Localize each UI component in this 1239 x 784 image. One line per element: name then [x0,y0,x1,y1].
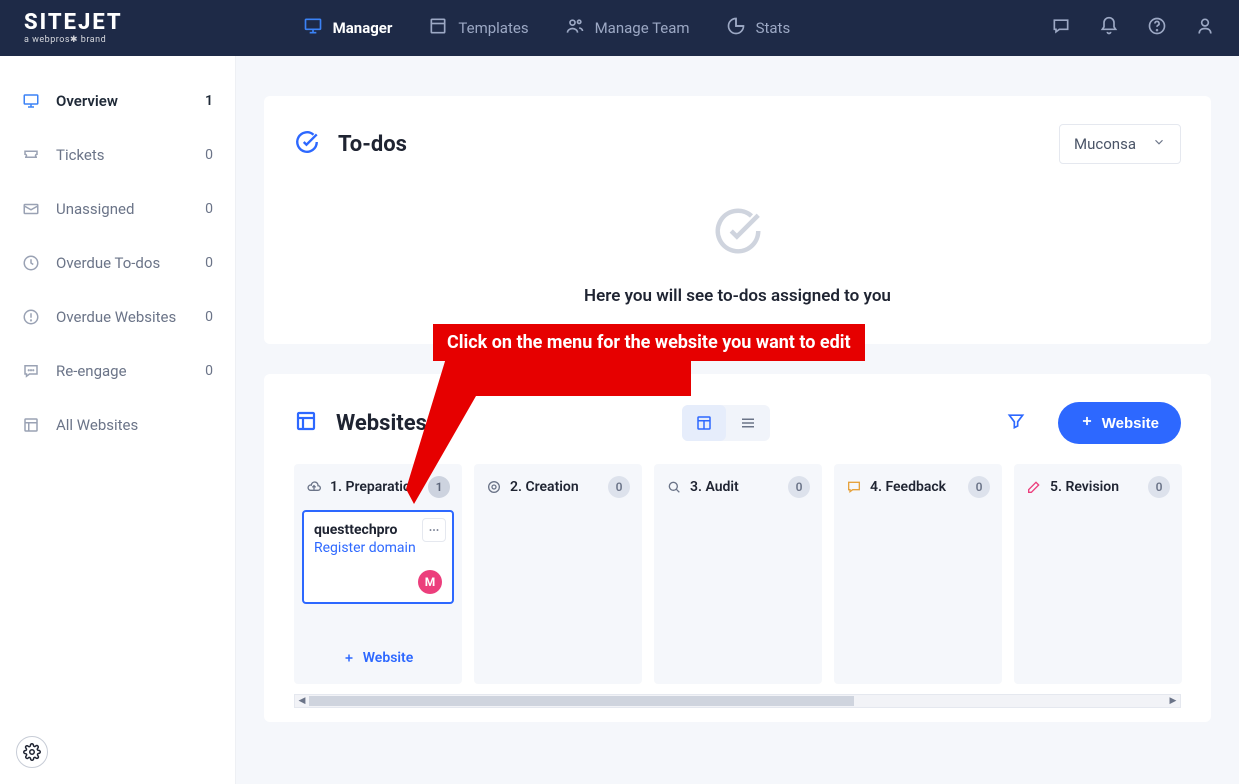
column-header: 5. Revision 0 [1014,464,1182,510]
sidebar-tickets[interactable]: Tickets 0 [0,128,235,182]
column-count: 0 [1148,476,1170,498]
cloud-up-icon [306,479,322,495]
nav-label: Manager [333,19,393,37]
column-label: 3. Audit [690,479,739,495]
dropdown-value: Muconsa [1074,135,1136,153]
todos-panel: To-dos Muconsa Here you will see to-dos … [264,96,1211,344]
chat-icon[interactable] [1051,16,1071,40]
column-revision: 5. Revision 0 [1014,464,1182,684]
nav-templates[interactable]: Templates [428,16,528,40]
top-nav: SITEJET a webpros✱ brand Manager Templat… [0,0,1239,56]
annotation-callout: Click on the menu for the website you wa… [433,324,865,361]
column-count: 0 [788,476,810,498]
sidebar-reengage[interactable]: Re-engage 0 [0,344,235,398]
side-count: 0 [205,309,213,325]
website-card[interactable]: questtechpro Register domain M [302,510,454,604]
message-icon [846,479,862,495]
nav-stats[interactable]: Stats [726,16,791,40]
card-register-domain[interactable]: Register domain [314,540,442,556]
check-circle-icon [294,129,320,159]
monitor-icon [303,16,323,40]
edit-icon [1026,479,1042,495]
plus-icon [1080,414,1094,432]
view-list-button[interactable] [726,405,770,441]
main-content: To-dos Muconsa Here you will see to-dos … [236,56,1239,784]
chevron-down-icon [1152,135,1166,153]
brand-name: SITEJET [24,12,123,34]
layout-icon [428,16,448,40]
alert-icon [22,308,40,326]
sidebar-overdue-todos[interactable]: Overdue To-dos 0 [0,236,235,290]
side-count: 0 [205,363,213,379]
ticket-icon [22,146,40,164]
plus-icon [343,652,355,664]
pie-icon [726,16,746,40]
nav-manage-team[interactable]: Manage Team [565,16,690,40]
nav-manager[interactable]: Manager [303,16,393,40]
mail-icon [22,200,40,218]
logo: SITEJET a webpros✱ brand [24,12,123,45]
bell-icon[interactable] [1099,16,1119,40]
nav-label: Manage Team [595,19,690,37]
add-website-button[interactable]: Website [1058,402,1181,444]
users-icon [565,16,585,40]
side-label: All Websites [56,416,197,434]
scroll-thumb[interactable] [309,696,854,706]
side-label: Overdue To-dos [56,254,189,272]
annotation-text: Click on the menu for the website you wa… [447,332,851,353]
settings-fab[interactable] [16,736,48,768]
nav-center: Manager Templates Manage Team Stats [303,16,791,40]
side-count: 1 [205,93,213,109]
monitor-icon [22,92,40,110]
help-icon[interactable] [1147,16,1167,40]
nav-label: Stats [756,19,791,37]
column-feedback: 4. Feedback 0 [834,464,1002,684]
column-label: 5. Revision [1050,479,1119,495]
add-website-label: Website [1102,415,1159,432]
scroll-left-arrow[interactable]: ◀ [295,695,309,707]
avatar: M [418,570,442,594]
sidebar-overdue-websites[interactable]: Overdue Websites 0 [0,290,235,344]
user-dropdown[interactable]: Muconsa [1059,124,1181,164]
side-count: 0 [205,201,213,217]
nav-right [1051,16,1215,40]
todos-title: To-dos [338,132,407,157]
grid-icon [22,416,40,434]
sidebar-overview[interactable]: Overview 1 [0,74,235,128]
side-label: Unassigned [56,200,189,218]
annotation-arrow [406,354,696,504]
filter-button[interactable] [1006,411,1026,435]
side-label: Overdue Websites [56,308,189,326]
column-header: 4. Feedback 0 [834,464,1002,510]
dots-icon [427,523,441,537]
card-menu-button[interactable] [422,518,446,542]
sidebar-all-websites[interactable]: All Websites [0,398,235,452]
todos-empty-text: Here you will see to-dos assigned to you [294,286,1181,306]
user-icon[interactable] [1195,16,1215,40]
gear-icon [23,743,41,761]
nav-label: Templates [458,19,528,37]
column-count: 0 [968,476,990,498]
side-count: 0 [205,147,213,163]
layout-icon [294,409,318,437]
side-label: Tickets [56,146,189,164]
todos-empty: Here you will see to-dos assigned to you [294,164,1181,316]
scroll-right-arrow[interactable]: ▶ [1166,695,1180,707]
side-count: 0 [205,255,213,271]
chat-dots-icon [22,362,40,380]
horizontal-scrollbar[interactable]: ◀ ▶ [294,694,1181,708]
add-website-inline[interactable]: Website [294,632,462,684]
clock-icon [22,254,40,272]
side-label: Re-engage [56,362,189,380]
check-circle-large-icon [711,204,765,262]
sidebar: Overview 1 Tickets 0 Unassigned 0 Overdu… [0,56,236,784]
side-label: Overview [56,92,189,110]
add-website-inline-label: Website [363,650,414,666]
column-label: 4. Feedback [870,479,946,495]
brand-sub: a webpros✱ brand [24,36,123,45]
sidebar-unassigned[interactable]: Unassigned 0 [0,182,235,236]
